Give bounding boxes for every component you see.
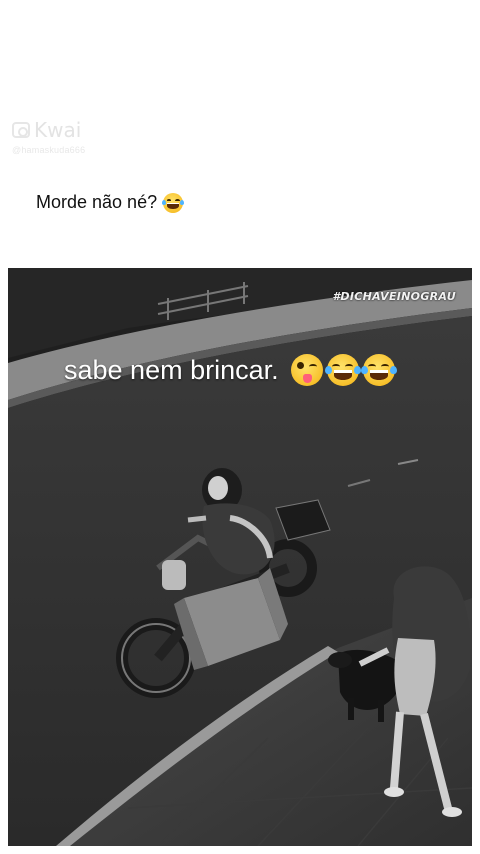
post-caption-text: Morde não né? [36,192,158,212]
video-overlay-caption: sabe nem brincar. [64,354,397,386]
video-overlay-text: sabe nem brincar. [64,354,279,385]
post-caption: Morde não né? [36,192,185,213]
kwai-post-page: Kwai @hamaskuda666 Morde não né? #DICHAV… [0,0,480,854]
kwai-logo: Kwai [12,118,85,142]
video-player[interactable]: #DICHAVEINOGRAU sabe nem brincar. [8,268,472,846]
kwai-handle: @hamaskuda666 [12,145,86,155]
winking-face-with-tongue-icon [290,354,323,386]
kwai-logo-icon [12,122,30,138]
kwai-logo-text: Kwai [34,118,82,142]
face-with-tears-of-joy-icon [161,192,185,213]
face-with-tears-of-joy-icon [360,354,397,386]
face-with-tears-of-joy-icon [324,354,361,386]
kwai-watermark: Kwai @hamaskuda666 [12,118,85,155]
video-hashtag: #DICHAVEINOGRAU [332,290,456,303]
